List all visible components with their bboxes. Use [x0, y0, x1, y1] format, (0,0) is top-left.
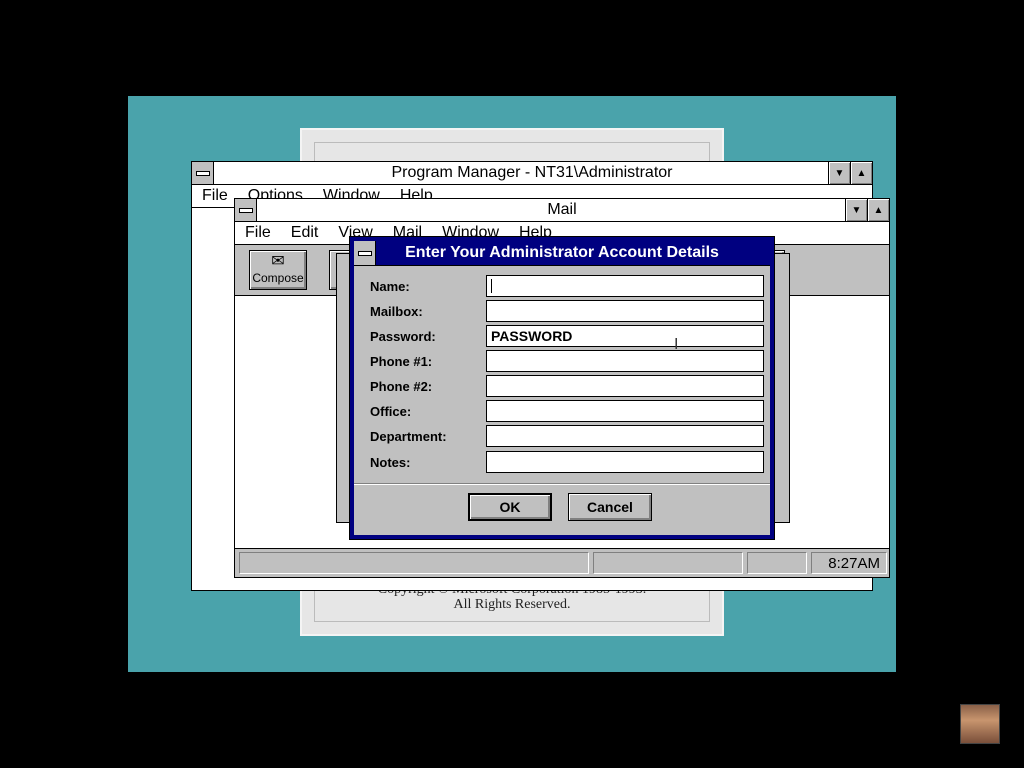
name-field[interactable] [486, 275, 764, 297]
phone2-label: Phone #2: [370, 378, 433, 394]
password-field[interactable]: PASSWORD [486, 325, 764, 347]
notes-label: Notes: [370, 454, 411, 470]
mail-title: Mail [547, 201, 577, 218]
compose-label: Compose [252, 271, 304, 285]
mailbox-label: Mailbox: [370, 303, 423, 319]
program-manager-title: Program Manager - NT31\Administrator [391, 164, 673, 181]
dialog-titlebar[interactable]: Enter Your Administrator Account Details [354, 241, 770, 266]
dialog-system-menu-icon[interactable] [354, 241, 376, 265]
program-manager-maximize-icon[interactable]: ▲ [850, 162, 872, 184]
phone1-label: Phone #1: [370, 353, 433, 369]
mail-menu-file[interactable]: File [245, 224, 271, 242]
desktop: Copyright © Microsoft Corporation 1985-1… [128, 96, 896, 672]
mail-menu-edit[interactable]: Edit [291, 224, 319, 242]
mail-statusbar: 8:27AM [235, 548, 889, 577]
dialog-title: Enter Your Administrator Account Details [405, 244, 719, 261]
mail-system-menu-icon[interactable] [235, 199, 257, 221]
program-manager-system-menu-icon[interactable] [192, 162, 214, 184]
compose-button[interactable]: ✉ Compose [249, 250, 307, 290]
field-row-phone1: Phone #1: [370, 350, 764, 372]
i-beam-cursor-icon: I [674, 336, 679, 353]
mail-minimize-icon[interactable]: ▼ [845, 199, 867, 221]
pm-menu-file[interactable]: File [202, 187, 228, 205]
field-row-password: Password: PASSWORD [370, 325, 764, 347]
name-label: Name: [370, 278, 410, 294]
field-row-mailbox: Mailbox: [370, 300, 764, 322]
status-time: 8:27AM [811, 552, 887, 574]
department-field[interactable] [486, 425, 764, 447]
program-manager-titlebar[interactable]: Program Manager - NT31\Administrator [192, 162, 872, 185]
password-label: Password: [370, 328, 436, 344]
status-cell-3 [747, 552, 807, 574]
phone2-field[interactable] [486, 375, 764, 397]
phone1-field[interactable] [486, 350, 764, 372]
field-row-office: Office: [370, 400, 764, 422]
mail-titlebar[interactable]: Mail [235, 199, 889, 222]
field-row-department: Department: [370, 425, 764, 447]
program-manager-minimize-icon[interactable]: ▼ [828, 162, 850, 184]
field-row-name: Name: [370, 275, 764, 297]
department-label: Department: [370, 428, 447, 444]
mail-maximize-icon[interactable]: ▲ [867, 199, 889, 221]
text-caret [491, 279, 492, 293]
field-row-phone2: Phone #2: [370, 375, 764, 397]
webcam-avatar [960, 704, 1000, 744]
cancel-button[interactable]: Cancel [568, 493, 652, 521]
status-cell-2 [593, 552, 743, 574]
dialog-separator [354, 483, 770, 485]
mailbox-field[interactable] [486, 300, 764, 322]
notes-field[interactable] [486, 451, 764, 473]
copyright-line-2: All Rights Reserved. [453, 597, 571, 612]
password-value: PASSWORD [491, 328, 573, 344]
field-row-notes: Notes: [370, 451, 764, 473]
office-label: Office: [370, 403, 412, 419]
account-details-dialog: Enter Your Administrator Account Details… [349, 236, 775, 540]
ok-button[interactable]: OK [468, 493, 552, 521]
compose-icon: ✉ [271, 253, 285, 270]
office-field[interactable] [486, 400, 764, 422]
status-cell-1 [239, 552, 589, 574]
